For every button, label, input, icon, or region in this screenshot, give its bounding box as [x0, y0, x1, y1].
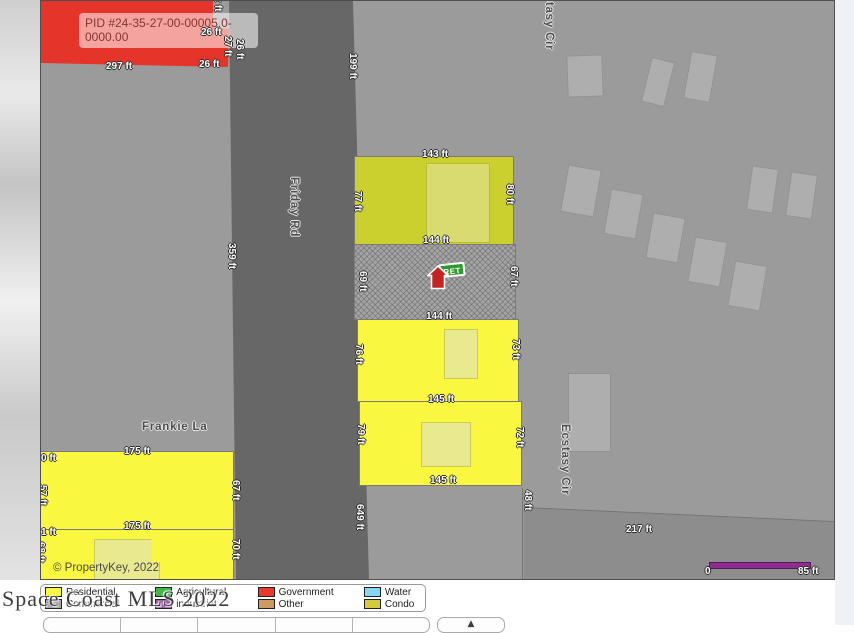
- legend-item-water: Water: [364, 587, 421, 598]
- building: [746, 165, 779, 213]
- footer-button-segment[interactable]: [198, 618, 275, 632]
- legend-item-condo: Condo: [364, 599, 421, 610]
- measurement-label: 67 ft: [230, 480, 241, 501]
- footer-button-segment[interactable]: [353, 618, 429, 632]
- measurement-label: 144 ft: [423, 235, 449, 246]
- measurement-label: 79 ft: [355, 424, 366, 445]
- condo-swatch: [364, 599, 381, 609]
- measurement-label: 359 ft: [226, 243, 237, 269]
- page-right-margin: [835, 0, 854, 625]
- legend-label: Condo: [385, 599, 414, 610]
- measurement-label: 69 ft: [357, 271, 368, 292]
- measurement-label: 1 ft: [41, 527, 56, 538]
- street-label-ecstasy-cir-mid: Ecstasy Cir: [559, 424, 571, 495]
- street-label-ecstasy-cir-top: Ecstasy Cir: [543, 0, 555, 50]
- measurement-label: 145 ft: [428, 394, 454, 405]
- street-label-frankie-la: Frankie La: [142, 421, 208, 433]
- measurement-label: 26 ft: [201, 27, 222, 38]
- up-arrow-icon: ▲: [468, 619, 475, 629]
- pid-line1: PID #24-35-27-00-00005.0-: [85, 16, 253, 30]
- scroll-up-button[interactable]: ▲: [437, 617, 505, 633]
- parcel-residential-3[interactable]: [40, 451, 234, 530]
- measurement-label: 57 ft: [40, 485, 48, 506]
- water-swatch: [364, 587, 381, 597]
- measurement-label: 145 ft: [430, 475, 456, 486]
- measurement-label: 217 ft: [626, 524, 652, 535]
- measurement-label: 175 ft: [124, 446, 150, 457]
- building-footprint: [421, 422, 471, 467]
- parcel-map[interactable]: PID #24-35-27-00-00005.0- 0000.00 RET Fr…: [40, 0, 835, 580]
- building: [645, 212, 685, 263]
- other-swatch: [258, 599, 275, 609]
- footer-button-segment[interactable]: [121, 618, 198, 632]
- measurement-label: 144 ft: [426, 311, 452, 322]
- building: [566, 54, 603, 97]
- building: [785, 171, 818, 219]
- street-label-friday-rd: Friday Rd: [288, 177, 300, 237]
- house-marker-icon[interactable]: [427, 265, 449, 295]
- mls-watermark: Space Coast MLS 2022: [2, 586, 230, 612]
- measurement-label: 67 ft: [508, 266, 519, 287]
- measurement-label: 27 ft: [222, 36, 233, 57]
- legend-label: Water: [385, 587, 411, 598]
- building: [641, 57, 675, 107]
- measurement-label: 649 ft: [354, 504, 365, 530]
- measurement-label: 70 ft: [230, 539, 241, 560]
- scale-max-label: 85 ft: [798, 566, 819, 577]
- footer-button-segment[interactable]: [276, 618, 353, 632]
- scale-bar: [709, 562, 811, 569]
- footer-button-group[interactable]: [43, 617, 430, 633]
- legend-label: Other: [279, 599, 304, 610]
- building-footprint: [426, 163, 490, 243]
- measurement-label: 143 ft: [422, 149, 448, 160]
- building: [560, 164, 602, 217]
- measurement-label: 68 ft: [40, 542, 46, 563]
- measurement-label: 175 ft: [124, 521, 150, 532]
- legend-item-government: Government: [258, 587, 364, 598]
- measurement-label: 26 ft: [199, 59, 220, 70]
- parcel-residential-1[interactable]: [357, 319, 519, 402]
- measurement-label: 77 ft: [352, 191, 363, 212]
- building-footprint: [444, 329, 478, 379]
- building: [687, 236, 727, 287]
- footer-button-segment[interactable]: [44, 618, 121, 632]
- building: [603, 188, 643, 239]
- measurement-label: 26 ft: [234, 39, 245, 60]
- building: [683, 51, 718, 103]
- legend-label: Government: [279, 587, 334, 598]
- measurement-label: 73 ft: [510, 339, 521, 360]
- measurement-label: 0 ft: [41, 453, 56, 464]
- page-left-margin: [0, 0, 40, 580]
- building: [727, 260, 767, 311]
- measurement-label: 72 ft: [212, 0, 223, 12]
- measurement-label: 48 ft: [522, 490, 533, 511]
- government-swatch: [258, 587, 275, 597]
- measurement-label: 76 ft: [353, 344, 364, 365]
- measurement-label: 80 ft: [504, 184, 515, 205]
- copyright-notice: © PropertyKey, 2022: [53, 562, 159, 574]
- measurement-label: 72 ft: [514, 427, 525, 448]
- measurement-label: 199 ft: [347, 53, 358, 79]
- scale-zero-label: 0: [705, 566, 711, 577]
- building: [568, 373, 611, 452]
- measurement-label: 297 ft: [106, 61, 132, 72]
- legend-item-other: Other: [258, 599, 364, 610]
